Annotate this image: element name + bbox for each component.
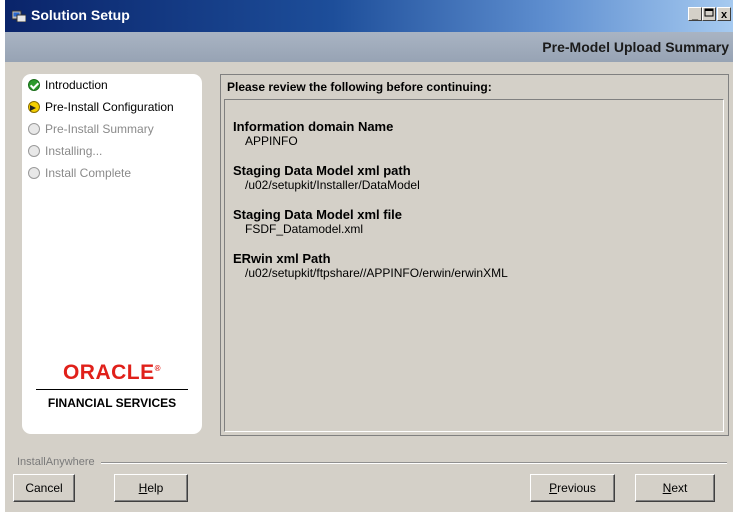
circle-icon bbox=[28, 123, 40, 135]
app-icon bbox=[12, 10, 26, 22]
oracle-logo: ORACLE® FINANCIAL SERVICES bbox=[22, 361, 202, 410]
maximize-button[interactable] bbox=[702, 7, 716, 21]
summary-box: Information domain Name APPINFO Staging … bbox=[224, 99, 724, 432]
field-label: Information domain Name bbox=[233, 119, 394, 134]
title-bar[interactable]: Solution Setup _ x bbox=[5, 0, 733, 32]
field-label: Staging Data Model xml file bbox=[233, 207, 403, 222]
installanywhere-label: InstallAnywhere bbox=[17, 456, 101, 468]
minimize-button[interactable]: _ bbox=[688, 7, 702, 21]
step-installing: Installing... bbox=[28, 142, 102, 160]
step-label: Install Complete bbox=[45, 166, 132, 180]
step-pre-install-configuration: Pre-Install Configuration bbox=[28, 98, 174, 116]
registered-mark: ® bbox=[154, 364, 162, 373]
logo-divider bbox=[36, 389, 188, 390]
close-button[interactable]: x bbox=[717, 7, 731, 21]
maximize-icon bbox=[704, 8, 714, 17]
circle-icon bbox=[28, 167, 40, 179]
step-introduction: Introduction bbox=[28, 76, 108, 94]
financial-services-text: FINANCIAL SERVICES bbox=[47, 396, 177, 410]
next-label: ext bbox=[671, 481, 688, 495]
next-button[interactable]: Next bbox=[635, 474, 715, 502]
oracle-brand-text: ORACLE bbox=[62, 361, 155, 384]
previous-button[interactable]: Previous bbox=[530, 474, 615, 502]
help-label: elp bbox=[147, 481, 164, 495]
step-label: Pre-Install Configuration bbox=[45, 100, 174, 114]
check-icon bbox=[28, 79, 40, 91]
field-value: FSDF_Datamodel.xml bbox=[245, 222, 364, 236]
step-pre-install-summary: Pre-Install Summary bbox=[28, 120, 154, 138]
arrow-right-icon bbox=[28, 101, 40, 113]
step-label: Installing... bbox=[45, 144, 103, 158]
field-value: /u02/setupkit/ftpshare//APPINFO/erwin/er… bbox=[245, 266, 508, 280]
step-install-complete: Install Complete bbox=[28, 164, 131, 182]
field-value: APPINFO bbox=[245, 134, 298, 148]
installanywhere-divider: InstallAnywhere bbox=[17, 456, 727, 468]
steps-panel: Introduction Pre-Install Configuration P… bbox=[22, 74, 202, 434]
content-panel: Please review the following before conti… bbox=[220, 74, 729, 436]
oracle-wordmark: ORACLE® bbox=[22, 361, 202, 385]
review-heading: Please review the following before conti… bbox=[227, 80, 492, 94]
field-label: ERwin xml Path bbox=[233, 251, 331, 266]
step-label: Pre-Install Summary bbox=[45, 122, 154, 136]
step-header: Pre-Model Upload Summary bbox=[5, 32, 733, 62]
previous-mnemonic: P bbox=[549, 481, 558, 495]
cancel-button[interactable]: Cancel bbox=[13, 474, 75, 502]
previous-label: revious bbox=[557, 481, 596, 495]
circle-icon bbox=[28, 145, 40, 157]
field-label: Staging Data Model xml path bbox=[233, 163, 411, 178]
step-label: Introduction bbox=[45, 78, 108, 92]
footer-rule bbox=[17, 462, 727, 464]
window-title: Solution Setup bbox=[31, 7, 130, 23]
field-value: /u02/setupkit/Installer/DataModel bbox=[245, 178, 420, 192]
installer-window: Solution Setup _ x Pre-Model Upload Summ… bbox=[5, 0, 733, 512]
page-title: Pre-Model Upload Summary bbox=[542, 39, 729, 55]
help-button[interactable]: Help bbox=[114, 474, 188, 502]
